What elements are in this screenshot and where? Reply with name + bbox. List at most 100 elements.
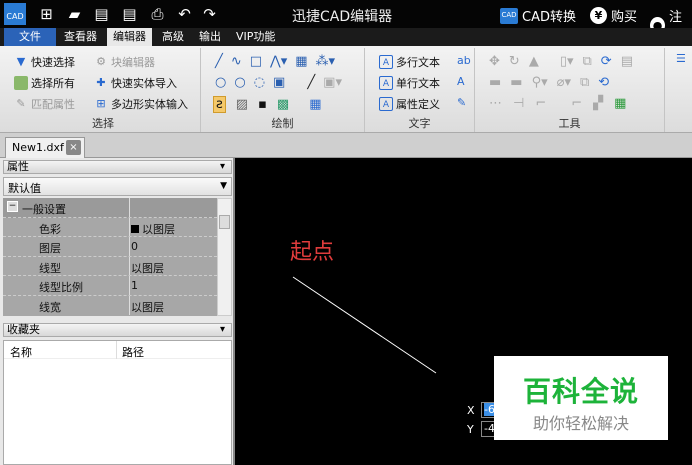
column-name[interactable]: 名称 [10, 344, 32, 360]
pin-icon[interactable]: ▾ [220, 324, 225, 336]
property-row[interactable]: 图层 0 [3, 237, 217, 257]
arc-icon[interactable]: ◌ [254, 75, 265, 90]
group-row[interactable]: − 一般设置 [3, 198, 217, 218]
spline-icon[interactable]: ∿ [231, 54, 242, 69]
label: 多行文本 [396, 56, 440, 69]
layers-icon[interactable]: ☰ [676, 52, 686, 65]
quick-select-button[interactable]: ▼ 快速选择 [14, 54, 75, 70]
chamfer-icon[interactable]: ⌐ [571, 96, 582, 111]
property-key: 线型比例 [39, 281, 83, 294]
label: 属性定义 [396, 98, 440, 111]
fillet-icon[interactable]: ⌐ [535, 96, 546, 111]
polyline-icon[interactable]: ⋀▾ [270, 54, 287, 69]
layer-add-icon[interactable]: ▦ [614, 96, 626, 111]
refresh-icon[interactable]: ⟳ [601, 54, 612, 69]
column-path[interactable]: 路径 [122, 344, 144, 360]
hatch-pattern-icon[interactable]: ▨ [236, 97, 248, 112]
break-icon[interactable]: ⋯ [489, 96, 502, 111]
property-row[interactable]: 色彩 以图层 [3, 217, 217, 237]
mtext-button[interactable]: A 多行文本 [379, 54, 440, 70]
move-icon[interactable]: ✥ [489, 54, 500, 69]
label: 多边形实体输入 [111, 98, 188, 111]
panel-icon[interactable]: ▤ [621, 54, 633, 69]
property-row[interactable]: 线型 以图层 [3, 256, 217, 276]
property-key: 线宽 [39, 300, 61, 314]
property-value[interactable]: 以图层 [131, 299, 164, 315]
close-icon[interactable]: × [66, 140, 81, 155]
save-as-icon[interactable]: ▤ [121, 6, 138, 23]
sync-icon[interactable]: ⟲ [598, 75, 609, 90]
tab-editor[interactable]: 编辑器 [107, 28, 152, 46]
circle-icon[interactable]: ○ [215, 75, 226, 90]
hatch-icon[interactable]: ⁂▾ [316, 54, 336, 69]
trim-icon[interactable]: ▬ [489, 75, 501, 90]
tab-advanced[interactable]: 高级 [156, 28, 190, 46]
group-label: 文字 [408, 117, 431, 130]
polygon-input-button[interactable]: ⊞ 多边形实体输入 [94, 96, 188, 112]
quick-import-button[interactable]: ✚ 快速实体导入 [94, 75, 177, 91]
value-text: 以图层 [142, 222, 175, 236]
print-icon[interactable]: ⎙ [149, 6, 166, 23]
pin-icon[interactable]: ▾ [220, 161, 225, 173]
redo-icon[interactable]: ↷ [201, 6, 218, 23]
copy-tool-icon[interactable]: ⧉ [583, 54, 592, 69]
tab-viewer[interactable]: 查看器 [58, 28, 103, 46]
scroll-thumb[interactable] [219, 215, 230, 229]
align-icon[interactable]: ▯▾ [560, 54, 574, 69]
draw-tools-row2: ○ ○ ◌ ▣ ╱ ▣▾ [215, 75, 342, 90]
save-icon[interactable]: ▤ [93, 6, 110, 23]
tab-vip[interactable]: VIP功能 [230, 28, 281, 46]
group-label: 绘制 [271, 117, 294, 130]
property-scrollbar[interactable] [217, 198, 232, 316]
tab-file[interactable]: 文件 [4, 28, 56, 46]
buy-label: 购买 [611, 10, 638, 25]
x-coord-label: X [467, 404, 475, 417]
rotate-icon[interactable]: ↻ [509, 54, 520, 69]
property-value[interactable]: 以图层 [131, 260, 164, 276]
join-icon[interactable]: ⊣ [513, 96, 524, 111]
new-icon[interactable]: ⊞ [38, 6, 55, 23]
block-editor-button[interactable]: ⚙ 块编辑器 [94, 54, 155, 70]
insert-block-icon[interactable]: ▦ [295, 54, 307, 69]
properties-selector[interactable]: 默认值 ▼ [3, 177, 232, 196]
curve-icon[interactable]: ƨ [213, 96, 226, 113]
open-icon[interactable]: ▰ [66, 6, 83, 23]
copy-icon[interactable]: ▣ [273, 75, 285, 90]
array-icon[interactable]: ⧉ [580, 75, 589, 90]
property-row[interactable]: 线型比例 1 [3, 276, 217, 296]
tab-output[interactable]: 输出 [193, 28, 227, 46]
mirror-icon[interactable]: ▲ [529, 54, 539, 69]
pen-icon[interactable]: ╱ [307, 75, 315, 90]
yen-icon: ¥ [590, 7, 607, 24]
match-properties-button[interactable]: ✎ 匹配属性 [14, 96, 75, 112]
text-button[interactable]: A 单行文本 [379, 75, 440, 91]
offset-icon[interactable]: ⌀▾ [557, 75, 571, 90]
explode-icon[interactable]: ▞ [593, 96, 603, 111]
font-icon[interactable]: A [457, 75, 465, 88]
attribute-define-button[interactable]: A 属性定义 [379, 96, 440, 112]
extend-icon[interactable]: ▬ [510, 75, 522, 90]
property-value[interactable]: 0 [131, 240, 138, 253]
cad-convert-button[interactable]: CAD CAD转换 [500, 6, 576, 25]
select-all-button[interactable]: 选择所有 [14, 75, 75, 91]
buy-button[interactable]: ¥ 购买 [590, 6, 637, 25]
stack-icon[interactable]: ▣▾ [323, 75, 342, 90]
collapse-icon[interactable]: − [7, 201, 18, 212]
undo-icon[interactable]: ↶ [176, 6, 193, 23]
ellipse-icon[interactable]: ○ [234, 75, 245, 90]
properties-title: 属性 [7, 160, 29, 173]
point-icon[interactable]: ▪ [258, 97, 267, 112]
document-tab-bar: New1.dxf × [0, 133, 692, 158]
line-icon[interactable]: ╱ [215, 54, 223, 69]
property-value[interactable]: 以图层 [131, 221, 175, 237]
property-row[interactable]: 线宽 以图层 [3, 295, 217, 315]
property-value[interactable]: 1 [131, 279, 138, 292]
text-style-icon[interactable]: ab [457, 54, 471, 67]
table-icon[interactable]: ▦ [309, 97, 321, 112]
edit-text-icon[interactable]: ✎ [457, 96, 466, 109]
scale-icon[interactable]: ⚲▾ [532, 75, 548, 90]
image-icon[interactable]: ▩ [277, 97, 289, 112]
rectangle-icon[interactable]: □ [250, 54, 262, 69]
document-tab[interactable]: New1.dxf × [5, 137, 85, 158]
group-draw: ╱ ∿ □ ⋀▾ ▦ ⁂▾ ○ ○ ◌ ▣ ╱ ▣▾ ƨ ▨ ▪ ▩ ▦ 绘制 [201, 48, 365, 132]
